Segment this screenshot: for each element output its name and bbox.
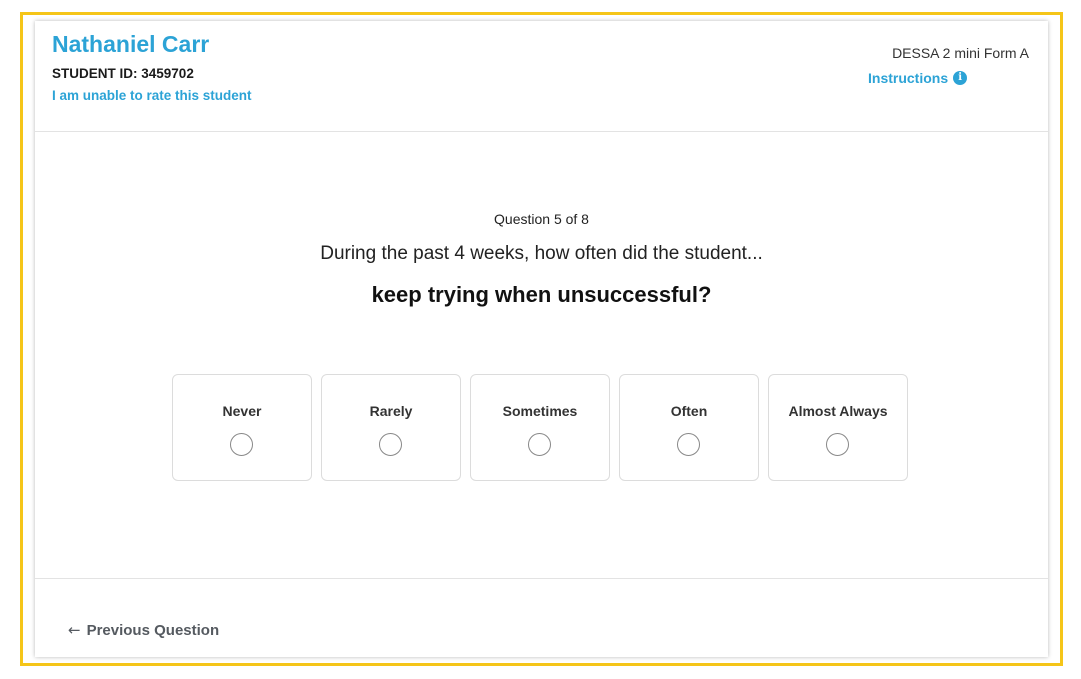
- assessment-card: Nathaniel Carr STUDENT ID: 3459702 I am …: [35, 21, 1048, 657]
- option-label: Almost Always: [788, 403, 888, 419]
- form-name: DESSA 2 mini Form A: [892, 45, 1029, 61]
- previous-question-button[interactable]: ← Previous Question: [68, 621, 219, 639]
- question-counter: Question 5 of 8: [494, 211, 589, 227]
- option-almost-always[interactable]: Almost Always: [768, 374, 908, 481]
- question-prompt: During the past 4 weeks, how often did t…: [320, 243, 763, 264]
- question-text: keep trying when unsuccessful?: [371, 282, 712, 307]
- student-id-value: 3459702: [141, 66, 194, 81]
- info-icon: i: [953, 71, 968, 85]
- student-name: Nathaniel Carr: [52, 31, 210, 57]
- option-label: Never: [222, 403, 262, 419]
- arrow-left-icon: ←: [68, 621, 81, 639]
- option-sometimes[interactable]: Sometimes: [470, 374, 610, 481]
- previous-question-label: Previous Question: [86, 621, 220, 639]
- option-label: Rarely: [369, 403, 413, 419]
- student-id-label: STUDENT ID:: [52, 66, 138, 81]
- option-often[interactable]: Often: [619, 374, 759, 481]
- radio-never[interactable]: [230, 433, 253, 456]
- instructions-label: Instructions: [868, 70, 949, 86]
- option-label: Sometimes: [502, 403, 578, 419]
- student-id: STUDENT ID: 3459702: [52, 66, 194, 81]
- student-header: Nathaniel Carr STUDENT ID: 3459702 I am …: [35, 21, 1048, 132]
- radio-almost-always[interactable]: [826, 433, 849, 456]
- option-label: Often: [670, 403, 708, 419]
- rating-options: Never Rarely Sometimes Often Almost Alwa…: [172, 374, 908, 481]
- option-never[interactable]: Never: [172, 374, 312, 481]
- radio-often[interactable]: [677, 433, 700, 456]
- radio-rarely[interactable]: [379, 433, 402, 456]
- unable-to-rate-link[interactable]: I am unable to rate this student: [52, 88, 252, 103]
- card-footer: ← Previous Question: [35, 578, 1048, 658]
- option-rarely[interactable]: Rarely: [321, 374, 461, 481]
- instructions-link[interactable]: Instructions i: [868, 70, 968, 86]
- radio-sometimes[interactable]: [528, 433, 551, 456]
